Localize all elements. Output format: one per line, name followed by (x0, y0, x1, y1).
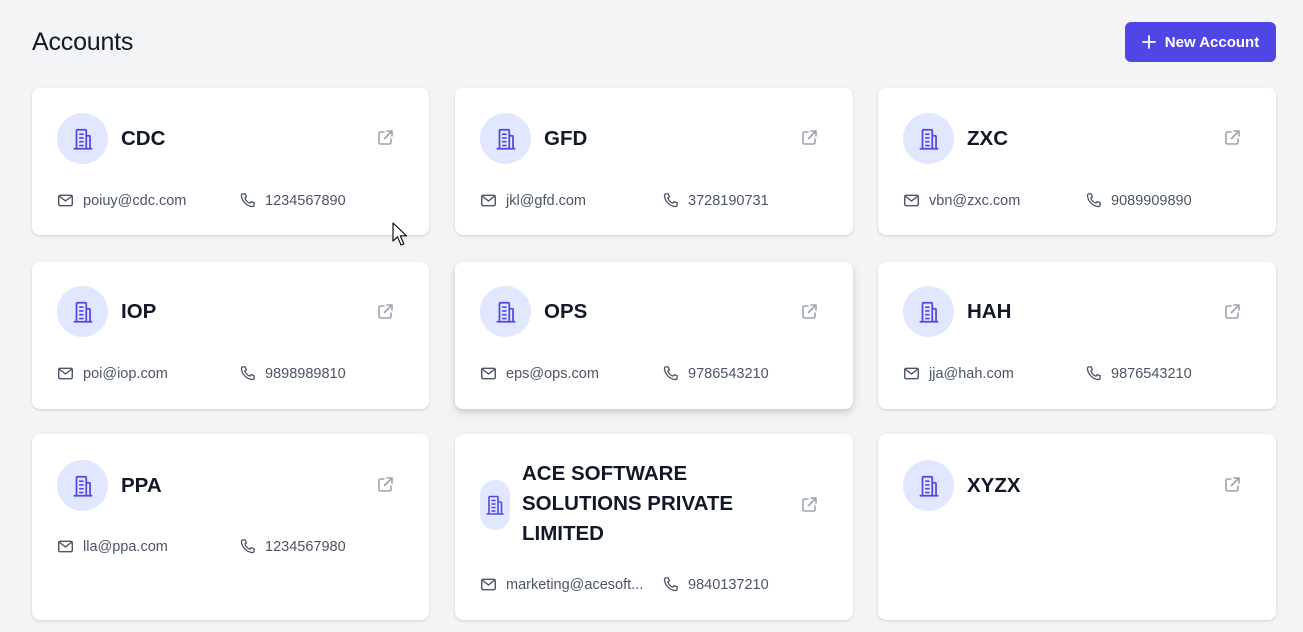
building-icon (57, 113, 108, 164)
account-phone: 1234567890 (239, 192, 346, 209)
account-card[interactable]: GFD jkl@gfd.com 3728190731 (455, 88, 853, 235)
account-card[interactable]: ACE SOFTWARE SOLUTIONS PRIVATE LIMITED m… (455, 434, 853, 620)
account-card[interactable]: PPA lla@ppa.com 1234567980 (32, 434, 429, 620)
mail-icon (903, 194, 920, 207)
account-email: vbn@zxc.com (903, 192, 1020, 209)
building-icon (480, 480, 510, 530)
page-title: Accounts (32, 28, 134, 56)
mail-icon (57, 194, 74, 207)
external-link-icon[interactable] (1222, 475, 1242, 495)
external-link-icon[interactable] (1222, 302, 1242, 322)
account-card[interactable]: HAH jja@hah.com 9876543210 (878, 262, 1276, 409)
external-link-icon[interactable] (375, 302, 395, 322)
account-phone: 9876543210 (1085, 365, 1192, 382)
building-icon (480, 286, 531, 337)
account-email: lla@ppa.com (57, 538, 168, 555)
plus-icon (1141, 35, 1156, 49)
phone-icon (663, 577, 678, 592)
external-link-icon[interactable] (375, 128, 395, 148)
building-icon (480, 113, 531, 164)
phone-icon (1086, 193, 1101, 208)
building-icon (57, 460, 108, 511)
account-email: poiuy@cdc.com (57, 192, 186, 209)
account-name: PPA (121, 474, 162, 497)
account-phone: 9786543210 (662, 365, 769, 382)
account-phone: 3728190731 (662, 192, 769, 209)
account-card[interactable]: IOP poi@iop.com 9898989810 (32, 262, 429, 409)
building-icon (57, 286, 108, 337)
phone-icon (663, 193, 678, 208)
account-phone: 1234567980 (239, 538, 346, 555)
account-name: HAH (967, 300, 1012, 323)
external-link-icon[interactable] (799, 495, 819, 515)
mail-icon (480, 367, 497, 380)
phone-icon (240, 366, 255, 381)
new-account-label: New Account (1164, 33, 1260, 51)
account-name: IOP (121, 300, 157, 323)
external-link-icon[interactable] (1222, 128, 1242, 148)
account-card[interactable]: OPS eps@ops.com 9786543210 (455, 262, 853, 409)
mail-icon (903, 367, 920, 380)
building-icon (903, 113, 954, 164)
account-name: ZXC (967, 127, 1008, 150)
account-name: OPS (544, 300, 588, 323)
account-email: marketing@acesoft... (480, 576, 643, 593)
mail-icon (480, 578, 497, 591)
account-card[interactable]: CDC poiuy@cdc.com 1234567890 (32, 88, 429, 235)
external-link-icon[interactable] (375, 475, 395, 495)
external-link-icon[interactable] (799, 128, 819, 148)
account-name: GFD (544, 127, 588, 150)
account-email: eps@ops.com (480, 365, 599, 382)
mail-icon (57, 540, 74, 553)
account-card[interactable]: XYZX (878, 434, 1276, 620)
account-name: CDC (121, 127, 166, 150)
new-account-button[interactable]: New Account (1125, 22, 1276, 62)
phone-icon (240, 193, 255, 208)
mail-icon (480, 194, 497, 207)
phone-icon (240, 539, 255, 554)
building-icon (903, 286, 954, 337)
account-phone: 9898989810 (239, 365, 346, 382)
external-link-icon[interactable] (799, 302, 819, 322)
building-icon (903, 460, 954, 511)
account-phone: 9089909890 (1085, 192, 1192, 209)
accounts-page: Accounts New Account CDC poiuy@cdc.com 1… (0, 0, 1303, 632)
account-name: XYZX (967, 474, 1021, 497)
account-email: jja@hah.com (903, 365, 1014, 382)
account-phone: 9840137210 (662, 576, 769, 593)
phone-icon (663, 366, 678, 381)
mail-icon (57, 367, 74, 380)
account-name: ACE SOFTWARE SOLUTIONS PRIVATE LIMITED (522, 462, 734, 545)
phone-icon (1086, 366, 1101, 381)
account-email: poi@iop.com (57, 365, 168, 382)
account-email: jkl@gfd.com (480, 192, 586, 209)
account-card[interactable]: ZXC vbn@zxc.com 9089909890 (878, 88, 1276, 235)
